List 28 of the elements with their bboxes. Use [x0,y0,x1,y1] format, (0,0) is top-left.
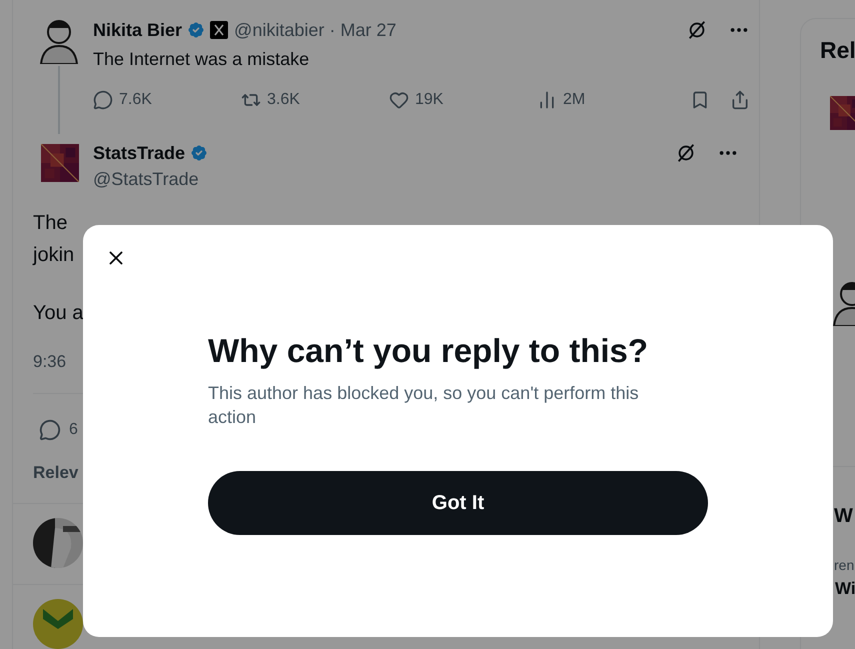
trend-meta: ren [834,556,854,574]
post-time: 9:36 [33,351,66,373]
panel-title: Rel [820,36,855,65]
post-text: jokin [33,243,74,268]
trend-name[interactable]: Wi [835,576,855,601]
slashed-circle-icon[interactable] [675,142,697,164]
reply-icon[interactable] [39,418,61,440]
like-button[interactable]: 19K [389,88,537,112]
author-name[interactable]: StatsTrade [93,140,186,166]
share-icon[interactable] [730,90,750,110]
section-title: W [834,504,853,528]
dialog-message: This author has blocked you, so you can't perform this action [208,382,640,429]
post-text: The Internet was a mistake [93,48,310,71]
repost-button[interactable]: 3.6K [241,88,389,112]
sort-label[interactable]: Relev [33,460,78,485]
got-it-button[interactable]: Got It [208,471,708,535]
reply-button[interactable]: 7.6K [93,88,241,112]
slashed-circle-icon[interactable] [686,19,708,41]
heart-icon [389,90,409,110]
post-text: You a [33,301,84,326]
author-name[interactable]: Nikita Bier [93,16,182,44]
author-handle: @nikitabier · Mar 27 [234,18,396,42]
post-text: The [33,211,68,236]
author-handle: @StatsTrade [93,168,199,191]
dialog-title: Why can’t you reply to this? [208,331,648,371]
reply-count: 6 [69,420,78,440]
speech-bubble-icon [93,90,113,110]
views-button[interactable]: 2M [537,88,682,112]
